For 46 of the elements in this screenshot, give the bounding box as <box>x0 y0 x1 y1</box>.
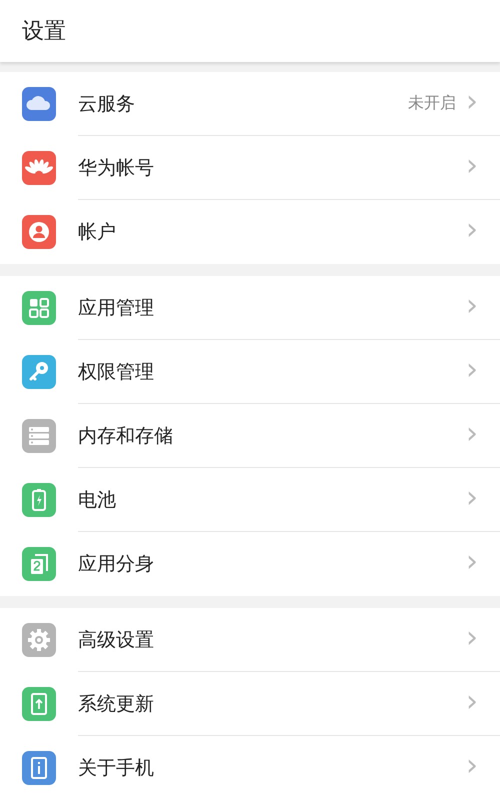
storage-icon <box>22 419 56 453</box>
settings-item[interactable]: 华为帐号 › <box>0 136 500 200</box>
settings-item[interactable]: 高级设置 › <box>0 608 500 672</box>
item-label: 内存和存储 <box>78 424 174 448</box>
settings-item[interactable]: 云服务 未开启 › <box>0 72 500 136</box>
chevron-icon: › <box>466 215 478 245</box>
cloud-icon <box>22 87 56 121</box>
person-icon <box>22 215 56 249</box>
grid-icon <box>22 291 56 325</box>
chevron-icon: › <box>466 482 478 512</box>
settings-item[interactable]: 应用分身 › <box>0 532 500 596</box>
item-label: 关于手机 <box>78 756 155 781</box>
update-icon <box>22 687 56 721</box>
item-label: 高级设置 <box>78 628 155 652</box>
item-status: 未开启 <box>408 93 456 114</box>
item-label: 应用管理 <box>78 296 155 320</box>
settings-item[interactable]: 帐户 › <box>0 200 500 264</box>
chevron-icon: › <box>466 622 478 652</box>
item-label: 应用分身 <box>78 552 155 577</box>
item-label: 云服务 <box>78 92 136 116</box>
item-label: 电池 <box>78 488 117 512</box>
settings-item[interactable]: 应用管理 › <box>0 276 500 340</box>
settings-item[interactable]: 电池 › <box>0 468 500 532</box>
chevron-icon: › <box>466 290 478 320</box>
settings-icon <box>22 623 56 657</box>
petals-icon <box>22 151 56 185</box>
settings-item[interactable]: 权限管理 › <box>0 340 500 404</box>
page-title: 设置 <box>22 18 66 46</box>
settings-item[interactable]: 关于手机 › <box>0 736 500 796</box>
chevron-icon: › <box>466 86 478 116</box>
chevron-icon: › <box>466 686 478 716</box>
item-label: 帐户 <box>78 220 117 245</box>
key-icon <box>22 355 56 389</box>
item-label: 权限管理 <box>78 360 155 384</box>
clone-icon <box>22 547 56 581</box>
item-label: 系统更新 <box>78 692 155 716</box>
settings-item[interactable]: 系统更新 › <box>0 672 500 736</box>
chevron-icon: › <box>466 547 478 577</box>
chevron-icon: › <box>466 150 478 180</box>
chevron-icon: › <box>466 354 478 384</box>
battery-icon <box>22 483 56 517</box>
info-icon <box>22 751 56 785</box>
item-label: 华为帐号 <box>78 156 155 180</box>
chevron-icon: › <box>466 751 478 781</box>
chevron-icon: › <box>466 418 478 448</box>
settings-item[interactable]: 内存和存储 › <box>0 404 500 468</box>
